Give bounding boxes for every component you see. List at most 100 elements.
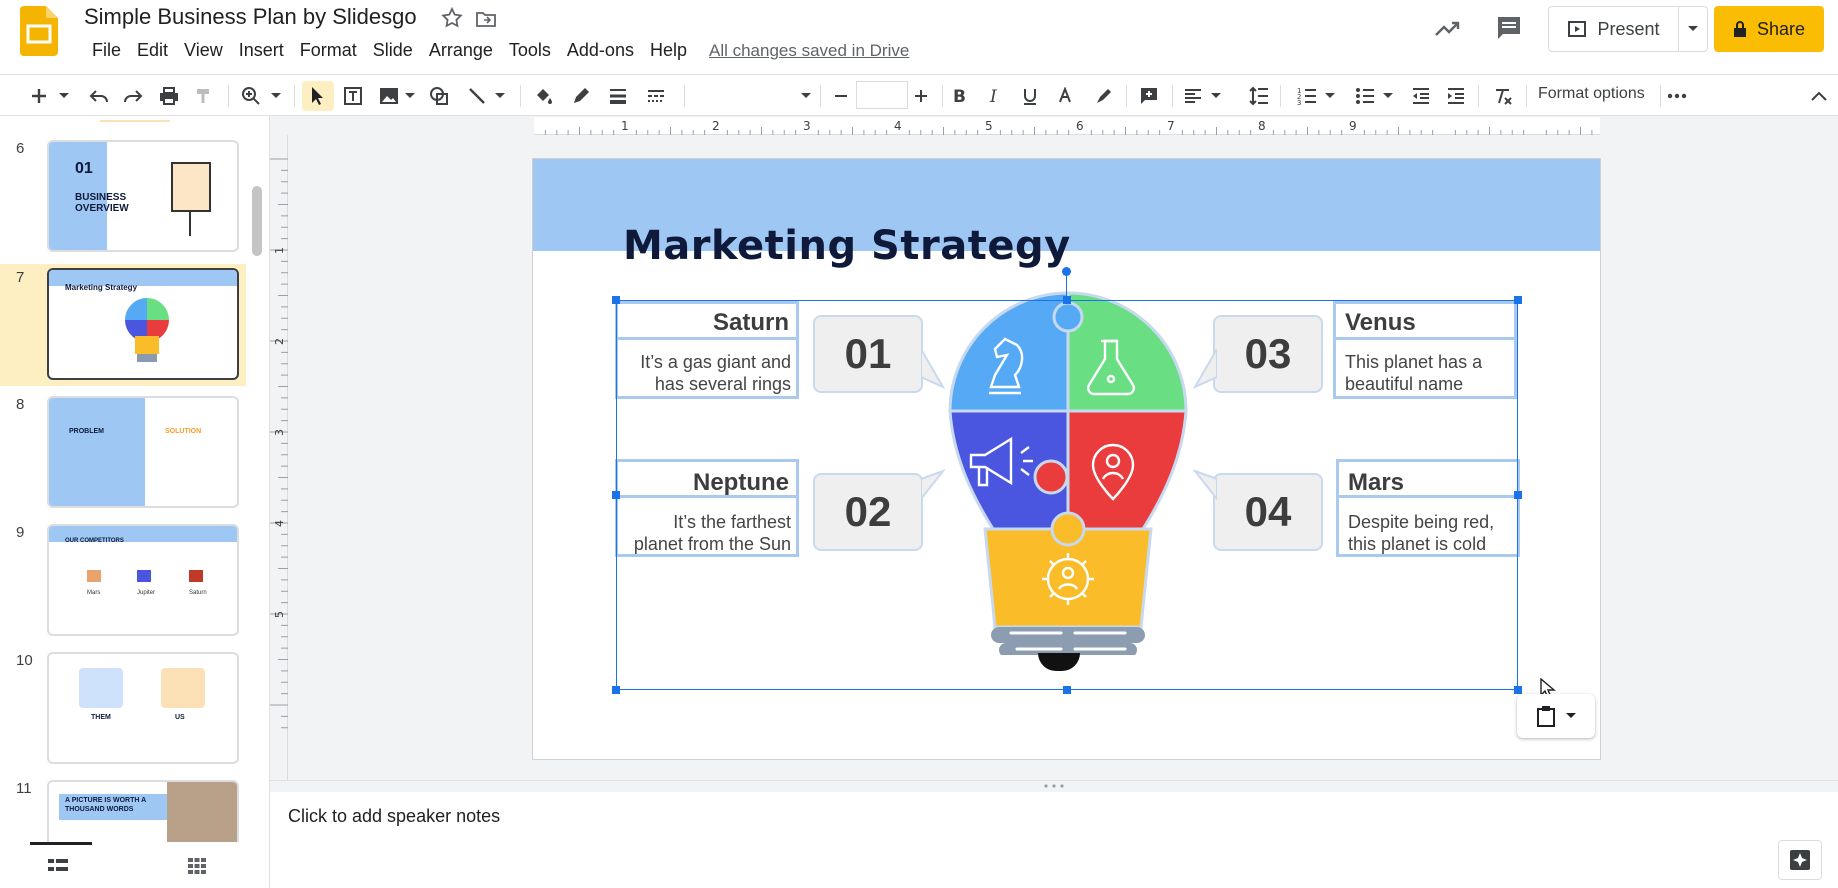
undo-icon[interactable]	[86, 83, 112, 109]
menu-addons[interactable]: Add-ons	[559, 38, 642, 64]
numbered-list-dropdown-icon[interactable]	[1322, 83, 1338, 109]
paste-options-button[interactable]	[1517, 694, 1595, 738]
speaker-notes-panel[interactable]: Click to add speaker notes	[270, 792, 1838, 888]
ruler-label: 5	[273, 611, 286, 618]
redo-icon[interactable]	[120, 83, 146, 109]
highlight-color-icon[interactable]	[1090, 83, 1116, 109]
ruler-label: 2	[712, 119, 720, 133]
italic-icon[interactable]: I	[982, 83, 1008, 109]
filmstrip-scrollbar[interactable]	[252, 186, 262, 256]
comments-icon[interactable]	[1494, 13, 1524, 43]
vertical-ruler[interactable]: 1 2 3 4 5	[270, 135, 288, 780]
star-icon[interactable]	[440, 6, 464, 30]
collapse-toolbar-icon[interactable]	[1806, 83, 1832, 109]
move-folder-icon[interactable]	[474, 7, 498, 31]
slide-number: 7	[16, 269, 25, 286]
resize-handle-w[interactable]	[612, 491, 620, 499]
resize-handle-n[interactable]	[1063, 296, 1071, 304]
menu-file[interactable]: File	[84, 38, 129, 64]
slide-title[interactable]: Marketing Strategy	[623, 223, 1071, 269]
menu-slide[interactable]: Slide	[365, 38, 421, 64]
present-dropdown[interactable]	[1679, 7, 1707, 51]
slide-thumbnail-10[interactable]: THEM US	[47, 652, 239, 764]
zoom-icon[interactable]	[238, 83, 264, 109]
new-slide-icon[interactable]	[26, 83, 52, 109]
resize-handle-sw[interactable]	[612, 686, 620, 694]
menu-help[interactable]: Help	[642, 38, 695, 64]
line-dropdown-icon[interactable]	[492, 83, 508, 109]
slide-thumbnail-11[interactable]: A PICTURE IS WORTH A THOUSAND WORDS	[47, 780, 239, 842]
decrease-font-size-icon[interactable]	[828, 83, 854, 109]
rotation-handle[interactable]	[1062, 267, 1071, 276]
share-button[interactable]: Share	[1714, 6, 1824, 52]
underline-icon[interactable]	[1017, 83, 1043, 109]
print-icon[interactable]	[156, 83, 182, 109]
slide-thumbnail-7[interactable]: Marketing Strategy	[47, 268, 239, 380]
bulleted-list-icon[interactable]	[1352, 83, 1378, 109]
increase-font-size-icon[interactable]	[908, 83, 934, 109]
grid-view-icon[interactable]	[188, 858, 206, 874]
border-dash-icon[interactable]	[643, 83, 669, 109]
explore-button[interactable]	[1778, 840, 1822, 880]
ruler-label: 2	[273, 338, 286, 345]
resize-handle-s[interactable]	[1063, 686, 1071, 694]
resize-handle-ne[interactable]	[1514, 296, 1522, 304]
ruler-label: 5	[985, 119, 993, 133]
resize-handle-nw[interactable]	[612, 296, 620, 304]
new-slide-dropdown-icon[interactable]	[56, 83, 72, 109]
border-color-icon[interactable]	[568, 83, 594, 109]
slide-thumbnail-9[interactable]: OUR COMPETITORS Mars Jupiter Saturn	[47, 524, 239, 636]
shape-icon[interactable]	[426, 83, 452, 109]
numbered-list-icon[interactable]: 123	[1294, 83, 1320, 109]
slide-canvas[interactable]: Marketing Strategy 01 02 03 04 Saturn It…	[533, 159, 1600, 759]
menu-format[interactable]: Format	[292, 38, 365, 64]
slide-thumbnail-8[interactable]: PROBLEM SOLUTION	[47, 396, 239, 508]
text-color-icon[interactable]	[1052, 83, 1078, 109]
image-icon[interactable]	[376, 83, 402, 109]
more-options-icon[interactable]	[1664, 83, 1690, 109]
speaker-notes-placeholder[interactable]: Click to add speaker notes	[288, 806, 500, 827]
chevron-down-icon	[1688, 26, 1698, 31]
menu-tools[interactable]: Tools	[501, 38, 559, 64]
horizontal-ruler[interactable]: 1 2 3 4 5 6 7 8 9	[534, 117, 1600, 135]
slide-thumbnail-6[interactable]: 01 BUSINESS OVERVIEW	[47, 140, 239, 252]
clear-formatting-icon[interactable]	[1490, 83, 1516, 109]
increase-indent-icon[interactable]	[1443, 83, 1469, 109]
thumb-title: Marketing Strategy	[65, 283, 138, 292]
insert-comment-icon[interactable]	[1136, 83, 1162, 109]
thumb-bulb-base	[135, 336, 159, 354]
menu-arrange[interactable]: Arrange	[421, 38, 501, 64]
notes-resize-handle[interactable]	[270, 780, 1838, 792]
slides-logo-icon[interactable]	[20, 6, 58, 56]
bold-icon[interactable]: B	[946, 83, 972, 109]
decrease-indent-icon[interactable]	[1408, 83, 1434, 109]
font-dropdown-icon[interactable]	[798, 83, 814, 109]
zoom-dropdown-icon[interactable]	[268, 83, 284, 109]
resize-handle-e[interactable]	[1514, 491, 1522, 499]
align-icon[interactable]	[1180, 83, 1206, 109]
text-box-icon[interactable]	[340, 83, 366, 109]
menu-insert[interactable]: Insert	[231, 38, 292, 64]
align-dropdown-icon[interactable]	[1208, 83, 1224, 109]
image-dropdown-icon[interactable]	[402, 83, 418, 109]
save-status-link[interactable]: All changes saved in Drive	[709, 38, 909, 64]
border-weight-icon[interactable]	[605, 83, 631, 109]
thumb-item: Saturn	[189, 590, 207, 596]
paint-format-icon[interactable]	[190, 83, 216, 109]
document-title[interactable]: Simple Business Plan by Slidesgo	[84, 4, 417, 30]
line-icon[interactable]	[464, 83, 490, 109]
selection-bounding-box[interactable]	[616, 300, 1518, 690]
filmstrip-view-icon[interactable]	[48, 858, 68, 874]
menu-edit[interactable]: Edit	[129, 38, 176, 64]
select-tool-icon[interactable]	[302, 81, 334, 111]
resize-handle-se[interactable]	[1514, 686, 1522, 694]
activity-trend-icon[interactable]	[1432, 14, 1462, 44]
present-button[interactable]: Present	[1549, 7, 1679, 51]
menu-view[interactable]: View	[176, 38, 231, 64]
font-size-input[interactable]	[856, 81, 908, 109]
format-options-button[interactable]: Format options	[1538, 85, 1645, 103]
fill-color-icon[interactable]	[530, 83, 556, 109]
bulleted-list-dropdown-icon[interactable]	[1380, 83, 1396, 109]
line-spacing-icon[interactable]	[1246, 83, 1272, 109]
clipboard-icon	[1537, 706, 1555, 727]
